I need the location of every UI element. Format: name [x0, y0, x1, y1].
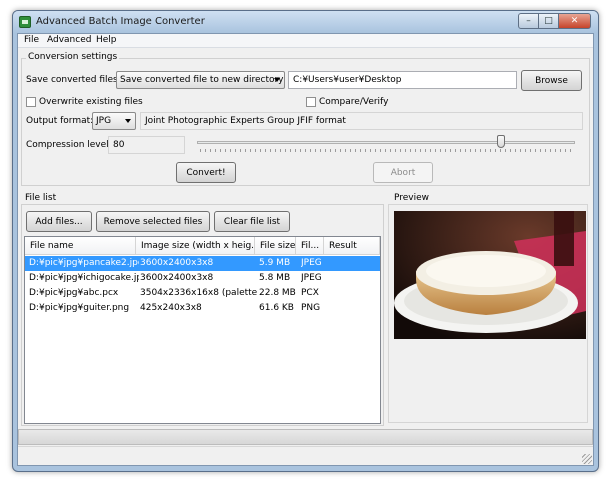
- image-size-cell: 3600x2400x3x8: [140, 273, 214, 283]
- status-bar: [18, 446, 593, 465]
- table-row[interactable]: D:¥pic¥jpg¥guiter.png 425x240x3x8 61.6 K…: [25, 301, 380, 316]
- compression-level-label: Compression level:: [26, 140, 112, 150]
- menu-file[interactable]: File: [24, 35, 39, 45]
- column-header-result[interactable]: Result: [324, 237, 380, 255]
- file-size-cell: 5.9 MB: [259, 258, 291, 268]
- column-header-file-size[interactable]: File size: [255, 237, 296, 255]
- menu-help[interactable]: Help: [96, 35, 117, 45]
- file-name-cell: D:¥pic¥jpg¥abc.pcx: [29, 288, 119, 298]
- remove-selected-button[interactable]: Remove selected files: [96, 211, 210, 232]
- output-format-label: Output format:: [26, 116, 94, 126]
- compression-slider-track[interactable]: [197, 141, 575, 144]
- output-format-value: JPG: [96, 116, 112, 126]
- file-type-cell: PCX: [301, 288, 319, 298]
- chevron-down-icon: [125, 119, 131, 123]
- overwrite-checkbox[interactable]: [26, 97, 36, 107]
- progress-bar: [18, 429, 593, 445]
- file-list-label: File list: [25, 193, 57, 203]
- compare-verify-label: Compare/Verify: [319, 97, 389, 107]
- column-header-image-size[interactable]: Image size (width x heig...: [136, 237, 255, 255]
- resize-grip-icon[interactable]: [582, 454, 592, 464]
- file-size-cell: 61.6 KB: [259, 303, 294, 313]
- chevron-down-icon: [274, 78, 280, 82]
- cake-photo: [394, 211, 586, 339]
- compression-level-value: 80: [108, 136, 185, 154]
- table-row[interactable]: D:¥pic¥jpg¥pancake2.jpg 3600x2400x3x8 5.…: [25, 256, 380, 271]
- save-path-input[interactable]: C:¥Users¥user¥Desktop: [288, 71, 517, 89]
- file-name-cell: D:¥pic¥jpg¥ichigocake.jpg: [29, 273, 139, 283]
- browse-button[interactable]: Browse: [521, 70, 582, 91]
- image-size-cell: 3600x2400x3x8: [140, 258, 214, 268]
- preview-image: [394, 211, 586, 339]
- compare-verify-checkbox[interactable]: [306, 97, 316, 107]
- add-files-button[interactable]: Add files...: [26, 211, 92, 232]
- file-type-cell: JPEG: [301, 273, 322, 283]
- conversion-settings-label: Conversion settings: [26, 52, 120, 62]
- file-name-cell: D:¥pic¥jpg¥guiter.png: [29, 303, 130, 313]
- file-size-cell: 22.8 MB: [259, 288, 296, 298]
- column-header-file-type[interactable]: Fil...: [296, 237, 324, 255]
- overwrite-label: Overwrite existing files: [39, 97, 143, 107]
- abort-button: Abort: [373, 162, 433, 183]
- save-mode-value: Save converted file to new directory: [120, 75, 284, 85]
- convert-button[interactable]: Convert!: [176, 162, 236, 183]
- save-mode-combo[interactable]: Save converted file to new directory: [116, 71, 285, 89]
- preview-label: Preview: [394, 193, 430, 203]
- compression-slider-ticks: [200, 149, 572, 152]
- column-header-file-name[interactable]: File name: [25, 237, 136, 255]
- close-button[interactable]: ✕: [559, 13, 591, 29]
- file-type-cell: JPEG: [301, 258, 322, 268]
- output-format-combo[interactable]: JPG: [92, 112, 136, 130]
- window-title: Advanced Batch Image Converter: [36, 16, 205, 27]
- menu-advanced[interactable]: Advanced: [47, 35, 91, 45]
- table-row[interactable]: D:¥pic¥jpg¥ichigocake.jpg 3600x2400x3x8 …: [25, 271, 380, 286]
- maximize-button[interactable]: □: [539, 13, 559, 29]
- app-icon: [19, 16, 31, 28]
- format-description: Joint Photographic Experts Group JFIF fo…: [140, 112, 583, 130]
- table-row[interactable]: D:¥pic¥jpg¥abc.pcx 3504x2336x16x8 (palet…: [25, 286, 380, 301]
- minimize-button[interactable]: –: [518, 13, 539, 29]
- save-converted-label: Save converted files:: [26, 75, 121, 85]
- file-size-cell: 5.8 MB: [259, 273, 291, 283]
- clear-file-list-button[interactable]: Clear file list: [214, 211, 290, 232]
- image-size-cell: 425x240x3x8: [140, 303, 202, 313]
- file-name-cell: D:¥pic¥jpg¥pancake2.jpg: [29, 258, 139, 268]
- file-type-cell: PNG: [301, 303, 321, 313]
- image-size-cell: 3504x2336x16x8 (palette): [140, 288, 258, 298]
- compression-slider-thumb[interactable]: [497, 135, 505, 148]
